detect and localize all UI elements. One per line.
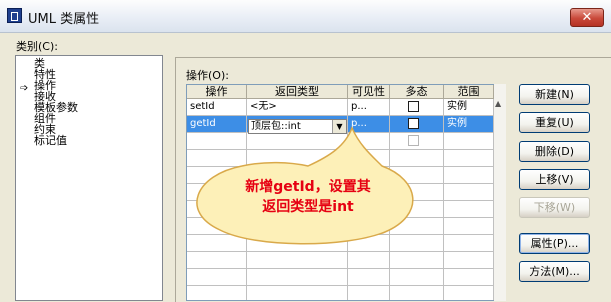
uml-class-properties-window: UML 类属性 ✕ 类别(C): ➩ 类 特性 操作 接收 模板参数 组件 约束… (0, 0, 611, 302)
move-down-button[interactable]: 下移(W) (519, 197, 590, 218)
move-up-button[interactable]: 上移(V) (519, 169, 590, 190)
duplicate-button[interactable]: 重复(U) (519, 112, 590, 133)
callout-line-1: 新增getId，设置其 (245, 179, 371, 195)
methods-button[interactable]: 方法(M)... (519, 261, 590, 282)
callout-text: 新增getId，设置其 返回类型是int (228, 177, 388, 217)
delete-button[interactable]: 删除(D) (519, 141, 590, 162)
properties-button[interactable]: 属性(P)... (519, 233, 590, 254)
callout-line-2: 返回类型是int (262, 199, 354, 215)
new-button[interactable]: 新建(N) (519, 84, 590, 105)
